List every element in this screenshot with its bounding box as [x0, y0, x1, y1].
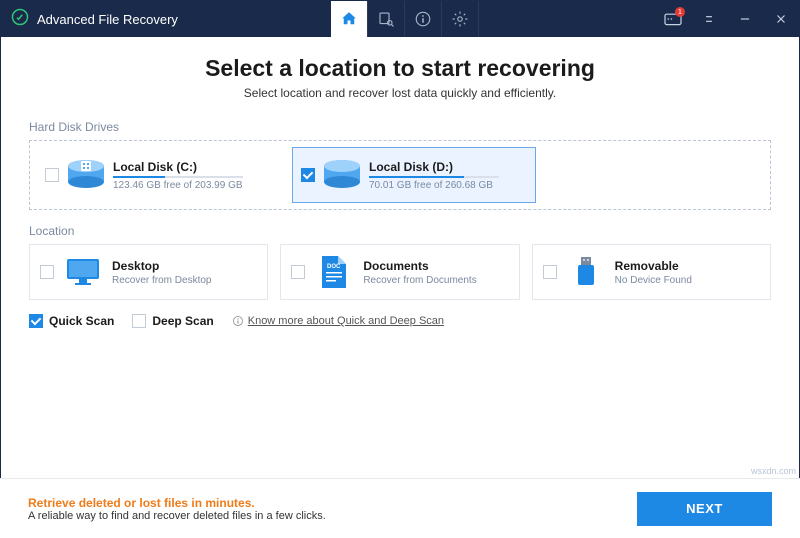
location-checkbox[interactable] — [40, 265, 54, 279]
tab-info[interactable] — [405, 1, 441, 37]
quick-scan-option[interactable]: Quick Scan — [29, 314, 114, 328]
desktop-icon — [60, 252, 106, 292]
drive-card-c[interactable]: Local Disk (C:) 123.46 GB free of 203.99… — [36, 147, 280, 203]
app-title: Advanced File Recovery — [37, 12, 178, 27]
tab-home[interactable] — [331, 1, 367, 37]
documents-icon: DOC — [311, 252, 357, 292]
footer-subtext: A reliable way to find and recover delet… — [28, 510, 326, 522]
deep-scan-checkbox[interactable] — [132, 314, 146, 328]
notification-badge: 1 — [675, 7, 685, 17]
drive-usage-bar — [369, 176, 499, 178]
deep-scan-label: Deep Scan — [152, 314, 213, 328]
deep-scan-option[interactable]: Deep Scan — [132, 314, 213, 328]
window-close-button[interactable] — [763, 1, 799, 37]
hdd-icon — [319, 155, 365, 195]
window-minimize-button[interactable] — [727, 1, 763, 37]
location-group: Desktop Recover from Desktop DOC Documen… — [29, 244, 771, 300]
page-title: Select a location to start recovering — [1, 55, 799, 82]
drive-usage-bar — [113, 176, 243, 178]
location-card-documents[interactable]: DOC Documents Recover from Documents — [280, 244, 519, 300]
section-label-location: Location — [29, 224, 771, 238]
svg-text:DOC: DOC — [327, 264, 341, 270]
location-sub: Recover from Desktop — [112, 275, 211, 286]
drive-name: Local Disk (C:) — [113, 160, 271, 174]
drive-free-text: 123.46 GB free of 203.99 GB — [113, 180, 271, 191]
location-card-desktop[interactable]: Desktop Recover from Desktop — [29, 244, 268, 300]
page-header: Select a location to start recovering Se… — [1, 37, 799, 106]
location-name: Desktop — [112, 259, 211, 273]
quick-scan-label: Quick Scan — [49, 314, 114, 328]
app-logo-icon — [11, 8, 29, 31]
location-checkbox[interactable] — [291, 265, 305, 279]
notifications-button[interactable]: 1 — [655, 1, 691, 37]
drive-name: Local Disk (D:) — [369, 160, 527, 174]
titlebar: Advanced File Recovery 1 — [1, 1, 799, 37]
section-label-drives: Hard Disk Drives — [29, 120, 771, 134]
drive-checkbox[interactable] — [45, 168, 59, 182]
location-name: Removable — [615, 259, 692, 273]
info-icon — [232, 315, 244, 327]
drive-card-d[interactable]: Local Disk (D:) 70.01 GB free of 260.68 … — [292, 147, 536, 203]
location-sub: Recover from Documents — [363, 275, 476, 286]
scan-options: Quick Scan Deep Scan Know more about Qui… — [29, 314, 771, 328]
drive-checkbox[interactable] — [301, 168, 315, 182]
quick-scan-checkbox[interactable] — [29, 314, 43, 328]
next-button[interactable]: NEXT — [637, 492, 772, 526]
know-more-link[interactable]: Know more about Quick and Deep Scan — [232, 315, 444, 327]
page-subtitle: Select location and recover lost data qu… — [1, 86, 799, 100]
hdd-icon — [63, 155, 109, 195]
footer: Retrieve deleted or lost files in minute… — [0, 478, 800, 538]
drive-group: Local Disk (C:) 123.46 GB free of 203.99… — [29, 140, 771, 210]
header-tabs — [331, 1, 479, 37]
window-pin-button[interactable] — [691, 1, 727, 37]
watermark: wsxdn.com — [751, 466, 796, 476]
location-name: Documents — [363, 259, 476, 273]
tab-search[interactable] — [368, 1, 404, 37]
usb-icon — [563, 252, 609, 292]
drive-free-text: 70.01 GB free of 260.68 GB — [369, 180, 527, 191]
footer-headline: Retrieve deleted or lost files in minute… — [28, 496, 326, 510]
location-card-removable[interactable]: Removable No Device Found — [532, 244, 771, 300]
location-sub: No Device Found — [615, 275, 692, 286]
location-checkbox[interactable] — [543, 265, 557, 279]
tab-settings[interactable] — [442, 1, 478, 37]
